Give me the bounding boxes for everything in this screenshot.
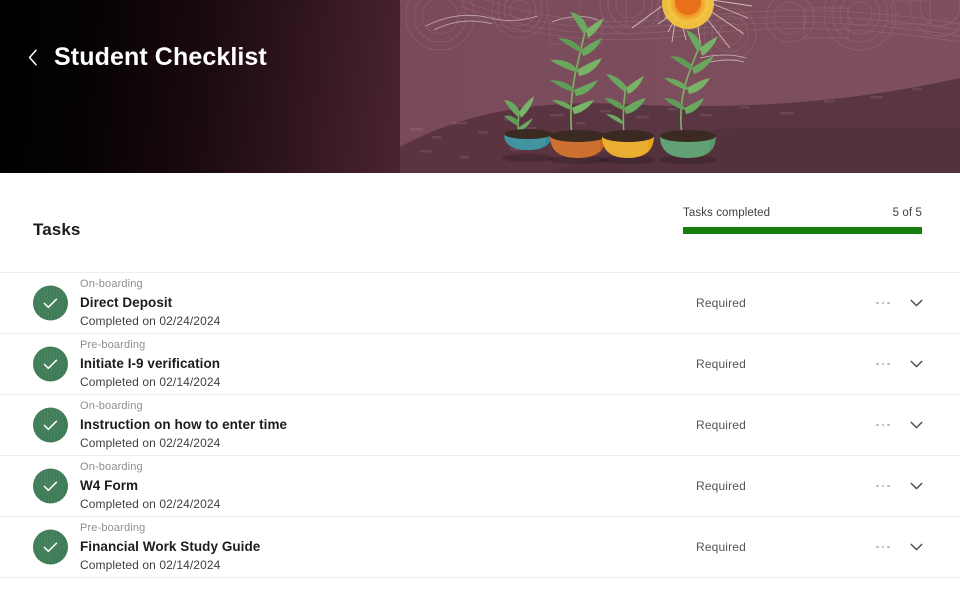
- page-title: Student Checklist: [54, 43, 267, 71]
- task-name: Direct Deposit: [80, 295, 173, 310]
- chevron-down-icon[interactable]: [906, 476, 926, 496]
- task-completed-badge: [33, 468, 68, 504]
- progress-bar-track: [683, 227, 922, 234]
- page-footer-spacer: [0, 578, 960, 614]
- check-icon: [43, 480, 58, 492]
- task-status: Completed on 02/14/2024: [80, 558, 221, 572]
- task-completed-badge: [33, 407, 68, 443]
- chevron-down-icon[interactable]: [906, 354, 926, 374]
- task-category: Pre-boarding: [80, 339, 146, 351]
- more-horizontal-icon[interactable]: [872, 415, 894, 435]
- check-icon: [43, 419, 58, 431]
- chevron-down-icon[interactable]: [906, 293, 926, 313]
- check-icon: [43, 541, 58, 553]
- hero-header-group: Student Checklist: [24, 40, 267, 74]
- task-requirement: Required: [696, 540, 746, 554]
- more-horizontal-icon[interactable]: [872, 354, 894, 374]
- progress-count: 5 of 5: [892, 207, 922, 219]
- chevron-left-icon[interactable]: [24, 40, 42, 74]
- progress-bar-fill: [683, 227, 922, 234]
- task-category: On-boarding: [80, 278, 143, 290]
- more-horizontal-icon[interactable]: [872, 537, 894, 557]
- task-name: Instruction on how to enter time: [80, 417, 288, 432]
- task-completed-badge: [33, 529, 68, 565]
- task-requirement: Required: [696, 357, 746, 371]
- task-row[interactable]: On-boarding Direct Deposit Completed on 02…: [0, 273, 960, 334]
- tasks-section-header: Tasks Tasks completed 5 of 5: [0, 173, 960, 272]
- task-text-group: Pre-boarding Initiate I-9 verification Com…: [80, 339, 220, 389]
- task-name: Initiate I-9 verification: [80, 356, 221, 371]
- task-status: Completed on 02/24/2024: [80, 436, 221, 450]
- page-hero-banner: Student Checklist: [0, 0, 960, 173]
- task-row[interactable]: Pre-boarding Initiate I-9 verification Com…: [0, 334, 960, 395]
- more-horizontal-icon[interactable]: [872, 476, 894, 496]
- task-list: On-boarding Direct Deposit Completed on 02…: [0, 272, 960, 578]
- main-content: Tasks Tasks completed 5 of 5 On-boarding…: [0, 173, 960, 614]
- task-completed-badge: [33, 346, 68, 382]
- check-icon: [43, 297, 58, 309]
- tasks-progress: Tasks completed 5 of 5: [683, 207, 922, 234]
- task-status: Completed on 02/24/2024: [80, 497, 221, 511]
- task-status: Completed on 02/24/2024: [80, 314, 221, 328]
- task-row[interactable]: Pre-boarding Financial Work Study Guide Co…: [0, 517, 960, 578]
- task-text-group: On-boarding Instruction on how to enter t…: [80, 400, 287, 450]
- task-row[interactable]: On-boarding Instruction on how to enter t…: [0, 395, 960, 456]
- task-row[interactable]: On-boarding W4 Form Completed on 02/24/202…: [0, 456, 960, 517]
- task-requirement: Required: [696, 418, 746, 432]
- task-name: Financial Work Study Guide: [80, 539, 261, 554]
- task-completed-badge: [33, 285, 68, 321]
- check-icon: [43, 358, 58, 370]
- task-category: On-boarding: [80, 461, 143, 473]
- task-name: W4 Form: [80, 478, 139, 493]
- chevron-down-icon[interactable]: [906, 537, 926, 557]
- task-requirement: Required: [696, 479, 746, 493]
- task-status: Completed on 02/14/2024: [80, 375, 221, 389]
- progress-label: Tasks completed: [683, 207, 771, 219]
- chevron-down-icon[interactable]: [906, 415, 926, 435]
- task-text-group: On-boarding Direct Deposit Completed on 02…: [80, 278, 220, 328]
- task-category: Pre-boarding: [80, 522, 146, 534]
- more-horizontal-icon[interactable]: [872, 293, 894, 313]
- task-text-group: Pre-boarding Financial Work Study Guide Co…: [80, 522, 260, 572]
- progress-labels: Tasks completed 5 of 5: [683, 207, 922, 219]
- task-category: On-boarding: [80, 400, 143, 412]
- task-requirement: Required: [696, 296, 746, 310]
- tasks-section-title: Tasks: [33, 220, 81, 239]
- task-text-group: On-boarding W4 Form Completed on 02/24/202…: [80, 461, 220, 511]
- hero-illustration: [400, 0, 960, 173]
